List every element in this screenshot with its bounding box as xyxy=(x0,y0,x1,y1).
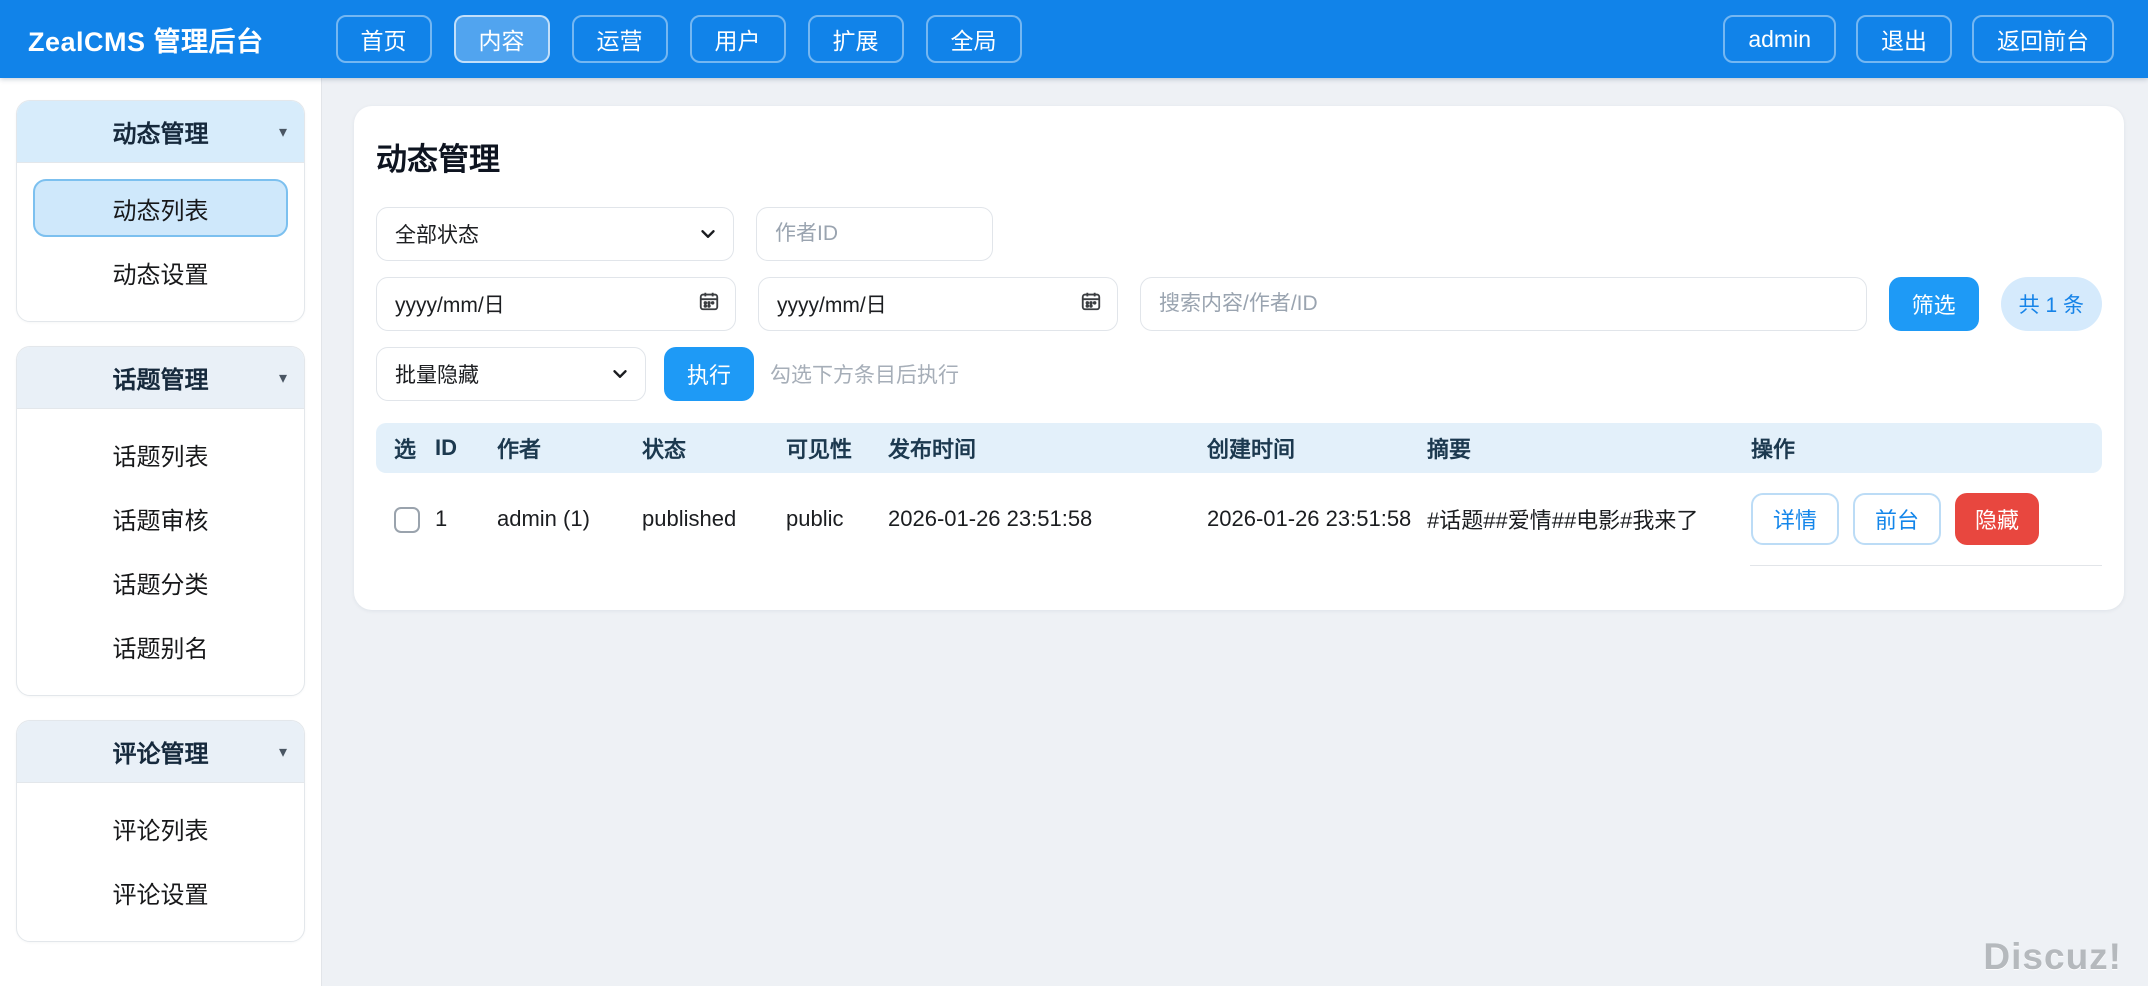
search-input[interactable] xyxy=(1140,277,1867,331)
sidebar-group-header-comments[interactable]: 评论管理 ▾ xyxy=(17,721,304,783)
row-actions: 详情 前台 隐藏 xyxy=(1751,493,2101,545)
col-header-author: 作者 xyxy=(496,423,641,473)
sidebar-item-feed-list[interactable]: 动态列表 xyxy=(33,179,288,237)
author-id-input[interactable] xyxy=(756,207,993,261)
sidebar-item-comment-list[interactable]: 评论列表 xyxy=(33,799,288,857)
nav-item-users[interactable]: 用户 xyxy=(690,15,786,63)
chevron-down-icon xyxy=(697,223,719,245)
sidebar-group-feeds: 动态管理 ▾ 动态列表 动态设置 xyxy=(16,100,305,322)
cell-author: admin (1) xyxy=(496,473,641,565)
nav-item-global[interactable]: 全局 xyxy=(926,15,1022,63)
sidebar-group-title: 话题管理 xyxy=(113,360,209,395)
sidebar: 动态管理 ▾ 动态列表 动态设置 话题管理 ▾ 话题列表 话题审核 话题分类 话… xyxy=(0,78,322,986)
admin-user-button[interactable]: admin xyxy=(1723,15,1836,63)
col-header-visibility: 可见性 xyxy=(785,423,887,473)
hide-button[interactable]: 隐藏 xyxy=(1955,493,2039,545)
status-select[interactable]: 全部状态 xyxy=(376,207,734,261)
cell-create-time: 2026-01-26 23:51:58 xyxy=(1206,473,1426,565)
cell-id: 1 xyxy=(434,473,496,565)
nav-item-content[interactable]: 内容 xyxy=(454,15,550,63)
chevron-down-icon xyxy=(609,363,631,385)
table-row: 1 admin (1) published public 2026-01-26 … xyxy=(376,473,2102,565)
sidebar-group-header-topics[interactable]: 话题管理 ▾ xyxy=(17,347,304,409)
col-header-status: 状态 xyxy=(641,423,785,473)
content-card: 动态管理 全部状态 yyyy/mm/日 xyxy=(354,106,2124,610)
row-checkbox[interactable] xyxy=(394,507,420,533)
status-select-value: 全部状态 xyxy=(395,219,479,249)
page-title: 动态管理 xyxy=(376,134,2102,179)
sidebar-group-title: 动态管理 xyxy=(113,114,209,149)
caret-down-icon: ▾ xyxy=(279,122,287,142)
batch-action-select[interactable]: 批量隐藏 xyxy=(376,347,646,401)
calendar-icon[interactable] xyxy=(698,290,720,318)
caret-down-icon: ▾ xyxy=(279,742,287,762)
col-header-create-time: 创建时间 xyxy=(1206,423,1426,473)
execute-button[interactable]: 执行 xyxy=(664,347,754,401)
cell-visibility: public xyxy=(785,473,887,565)
sidebar-item-comment-settings[interactable]: 评论设置 xyxy=(33,863,288,921)
sidebar-item-topic-list[interactable]: 话题列表 xyxy=(33,425,288,483)
col-header-actions: 操作 xyxy=(1750,423,2102,473)
col-header-select: 选 xyxy=(376,423,434,473)
date-from-value: yyyy/mm/日 xyxy=(395,289,505,319)
back-to-frontend-button[interactable]: 返回前台 xyxy=(1972,15,2114,63)
sidebar-group-title: 评论管理 xyxy=(113,734,209,769)
calendar-icon[interactable] xyxy=(1080,290,1102,318)
sidebar-group-header-feeds[interactable]: 动态管理 ▾ xyxy=(17,101,304,163)
brand-title: ZealCMS 管理后台 xyxy=(28,20,264,59)
date-from-input[interactable]: yyyy/mm/日 xyxy=(376,277,736,331)
sidebar-group-topics: 话题管理 ▾ 话题列表 话题审核 话题分类 话题别名 xyxy=(16,346,305,696)
sidebar-item-feed-settings[interactable]: 动态设置 xyxy=(33,243,288,301)
cell-summary: #话题##爱情##电影#我来了 xyxy=(1426,473,1750,565)
sidebar-group-comments: 评论管理 ▾ 评论列表 评论设置 xyxy=(16,720,305,942)
topbar: ZealCMS 管理后台 首页 内容 运营 用户 扩展 全局 admin 退出 … xyxy=(0,0,2148,78)
col-header-summary: 摘要 xyxy=(1426,423,1750,473)
count-badge: 共 1 条 xyxy=(2001,277,2102,331)
filter-button[interactable]: 筛选 xyxy=(1889,277,1979,331)
batch-hint: 勾选下方条目后执行 xyxy=(770,359,959,389)
topbar-user-actions: admin 退出 返回前台 xyxy=(1723,15,2114,63)
col-header-id: ID xyxy=(434,423,496,473)
date-to-input[interactable]: yyyy/mm/日 xyxy=(758,277,1118,331)
logout-button[interactable]: 退出 xyxy=(1856,15,1952,63)
main-nav: 首页 内容 运营 用户 扩展 全局 xyxy=(336,15,1022,63)
table-header-row: 选 ID 作者 状态 可见性 发布时间 创建时间 摘要 操作 xyxy=(376,423,2102,473)
discuz-watermark: Discuz! xyxy=(1983,936,2122,978)
cell-status: published xyxy=(641,473,785,565)
col-header-publish-time: 发布时间 xyxy=(887,423,1206,473)
main-content: 动态管理 全部状态 yyyy/mm/日 xyxy=(322,78,2148,986)
sidebar-item-topic-alias[interactable]: 话题别名 xyxy=(33,617,288,675)
date-to-value: yyyy/mm/日 xyxy=(777,289,887,319)
batch-action-value: 批量隐藏 xyxy=(395,359,479,389)
nav-item-operations[interactable]: 运营 xyxy=(572,15,668,63)
sidebar-item-topic-category[interactable]: 话题分类 xyxy=(33,553,288,611)
sidebar-item-topic-review[interactable]: 话题审核 xyxy=(33,489,288,547)
feed-table: 选 ID 作者 状态 可见性 发布时间 创建时间 摘要 操作 1 xyxy=(376,423,2102,566)
nav-item-extensions[interactable]: 扩展 xyxy=(808,15,904,63)
cell-publish-time: 2026-01-26 23:51:58 xyxy=(887,473,1206,565)
detail-button[interactable]: 详情 xyxy=(1751,493,1839,545)
caret-down-icon: ▾ xyxy=(279,368,287,388)
frontend-button[interactable]: 前台 xyxy=(1853,493,1941,545)
nav-item-home[interactable]: 首页 xyxy=(336,15,432,63)
